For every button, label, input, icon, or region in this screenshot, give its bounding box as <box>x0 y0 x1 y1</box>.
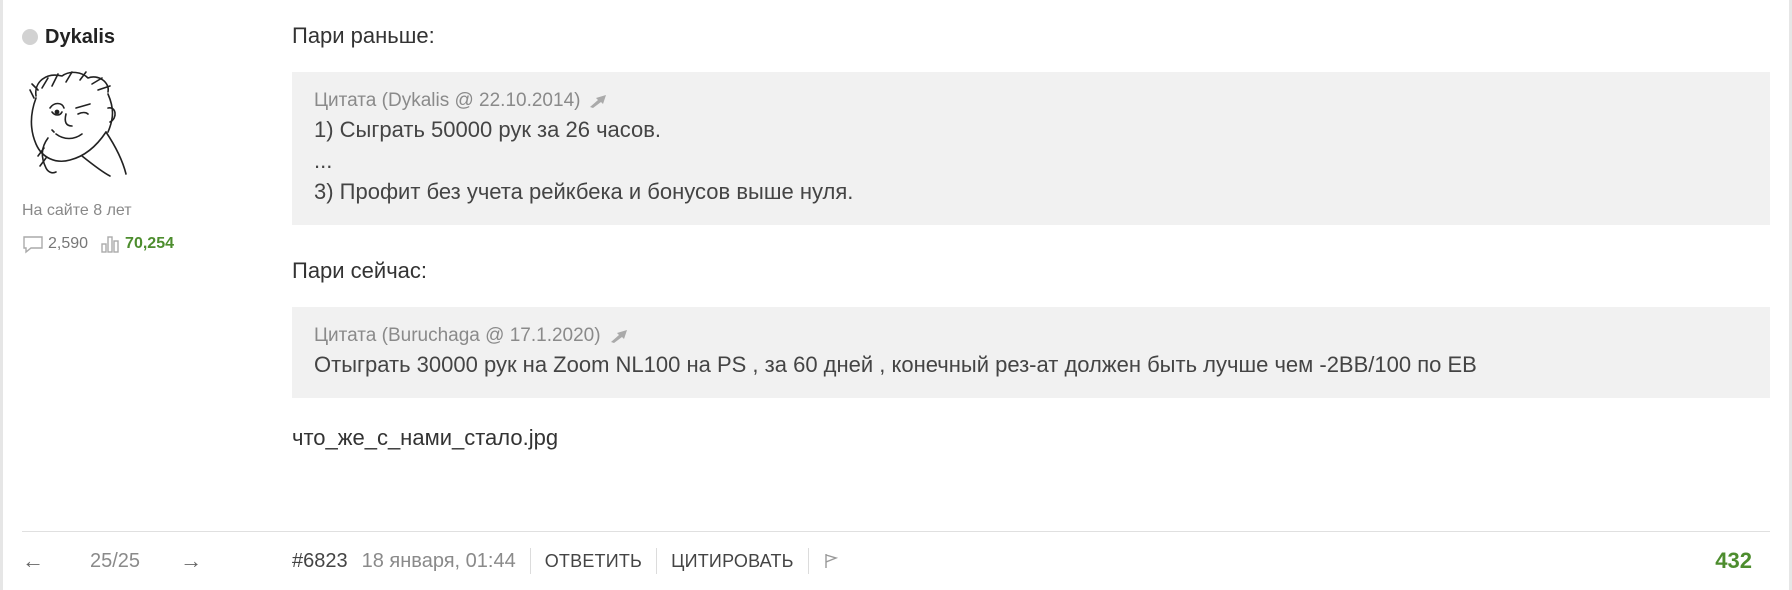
offline-status-dot <box>22 29 38 45</box>
quote-header-2: Цитата (Buruchaga @ 17.1.2020) <box>314 323 1748 349</box>
post-number-link[interactable]: #6823 <box>292 550 348 573</box>
post-meta: #6823 18 января, 01:44 ОТВЕТИТЬ ЦИТИРОВА… <box>292 548 839 574</box>
separator <box>807 548 809 574</box>
quote-line: ... <box>314 148 333 173</box>
footer-divider <box>22 531 1770 532</box>
report-flag-icon[interactable] <box>823 552 839 570</box>
rating-icon <box>101 236 119 253</box>
reply-button[interactable]: ОТВЕТИТЬ <box>545 551 642 572</box>
message-count: 2,590 <box>48 235 89 252</box>
separator <box>529 548 531 574</box>
quote-line: Отыграть 30000 рук на Zoom NL100 на PS ,… <box>314 352 1477 377</box>
user-panel: Dykalis На сайте 8 лет 2,590 70,254 <box>22 24 262 254</box>
message-count-icon <box>23 236 43 254</box>
quote-source-arrow-icon[interactable] <box>609 328 631 344</box>
closing-text: что_же_с_нами_стало.jpg <box>292 425 559 450</box>
post-pager: ← 25/25 → <box>22 548 292 574</box>
quote-block-1: Цитата (Dykalis @ 22.10.2014) 1) Сыграть… <box>292 72 1770 225</box>
quote-button[interactable]: ЦИТИРОВАТЬ <box>671 551 794 572</box>
quote-line: 1) Сыграть 50000 рук за 26 часов. <box>314 117 662 142</box>
quote-line: 3) Профит без учета рейкбека и бонусов в… <box>314 179 854 204</box>
user-stats: 2,590 70,254 <box>22 234 262 254</box>
membership-duration: На сайте 8 лет <box>22 202 132 219</box>
next-arrow-icon[interactable]: → <box>180 548 202 574</box>
left-border <box>0 0 3 590</box>
quote-header-1: Цитата (Dykalis @ 22.10.2014) <box>314 88 1748 114</box>
quote-author-1: Цитата (Dykalis @ 22.10.2014) <box>314 90 581 111</box>
post-footer: ← 25/25 → #6823 18 января, 01:44 ОТВЕТИТ… <box>22 544 1770 578</box>
quote-author-2: Цитата (Buruchaga @ 17.1.2020) <box>314 325 601 346</box>
prev-arrow-icon[interactable]: ← <box>22 548 44 574</box>
page-indicator: 25/25 <box>90 549 141 572</box>
quote-source-arrow-icon[interactable] <box>588 93 610 109</box>
paragraph-now: Пари сейчас: <box>292 258 428 283</box>
user-header: Dykalis <box>22 24 262 50</box>
user-rating: 70,254 <box>125 235 174 252</box>
avatar[interactable] <box>22 68 134 180</box>
post-body: Пари раньше: Цитата (Dykalis @ 22.10.201… <box>292 20 1770 454</box>
separator <box>656 548 658 574</box>
post-score: 432 <box>1715 548 1752 573</box>
username-link[interactable]: Dykalis <box>45 26 115 49</box>
paragraph-before: Пари раньше: <box>292 23 435 48</box>
quote-block-2: Цитата (Buruchaga @ 17.1.2020) Отыграть … <box>292 307 1770 398</box>
post-date: 18 января, 01:44 <box>361 549 516 572</box>
